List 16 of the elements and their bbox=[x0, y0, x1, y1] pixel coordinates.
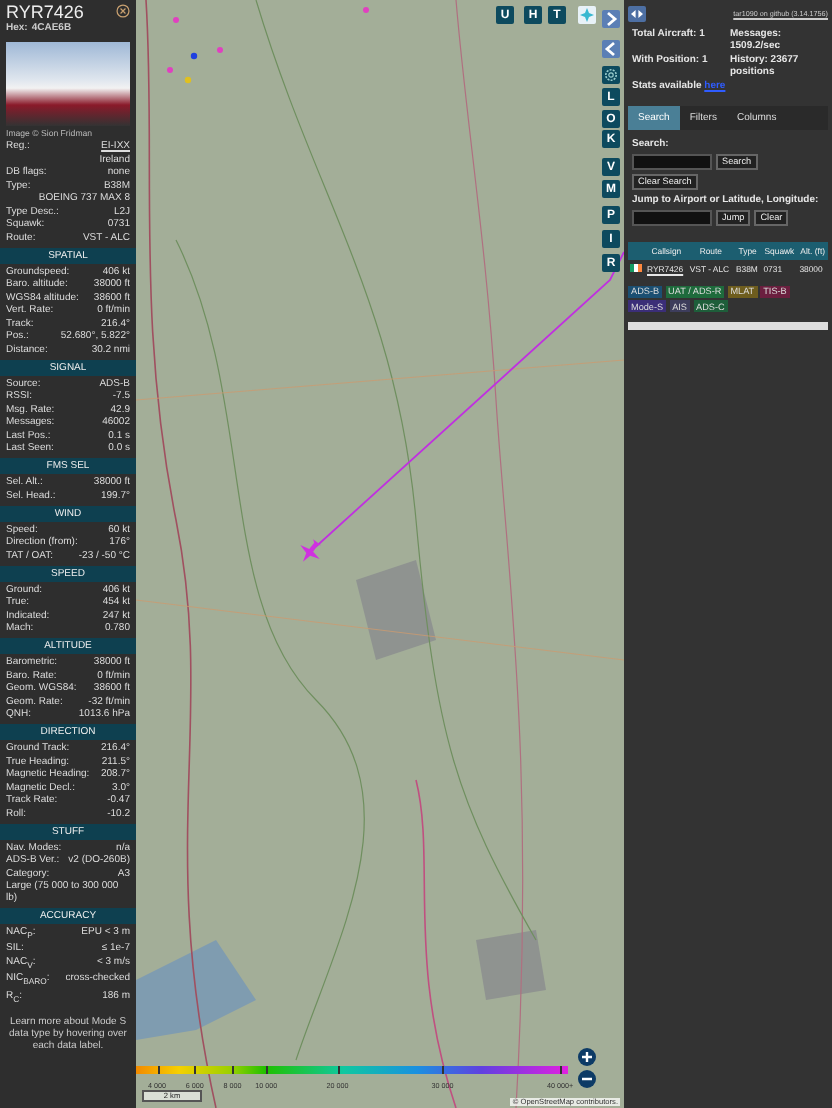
close-icon[interactable] bbox=[116, 4, 130, 18]
lake-area bbox=[136, 940, 256, 1040]
settings-icon[interactable] bbox=[602, 66, 620, 84]
flag-icon bbox=[630, 264, 642, 272]
search-field[interactable] bbox=[632, 153, 712, 169]
aircraft-marker[interactable] bbox=[363, 7, 369, 13]
chevron-right-icon[interactable] bbox=[602, 10, 620, 28]
panel-toggle-icon[interactable] bbox=[628, 6, 646, 22]
chevron-left-icon[interactable] bbox=[602, 40, 620, 58]
aircraft-callsign: RYR7426 bbox=[6, 4, 84, 22]
jump-field[interactable] bbox=[632, 209, 712, 225]
town-area bbox=[356, 560, 436, 660]
layers-icon[interactable] bbox=[578, 6, 596, 24]
town-area bbox=[476, 930, 546, 1000]
photo-placeholder bbox=[6, 42, 130, 126]
aircraft-markers[interactable] bbox=[167, 17, 223, 84]
